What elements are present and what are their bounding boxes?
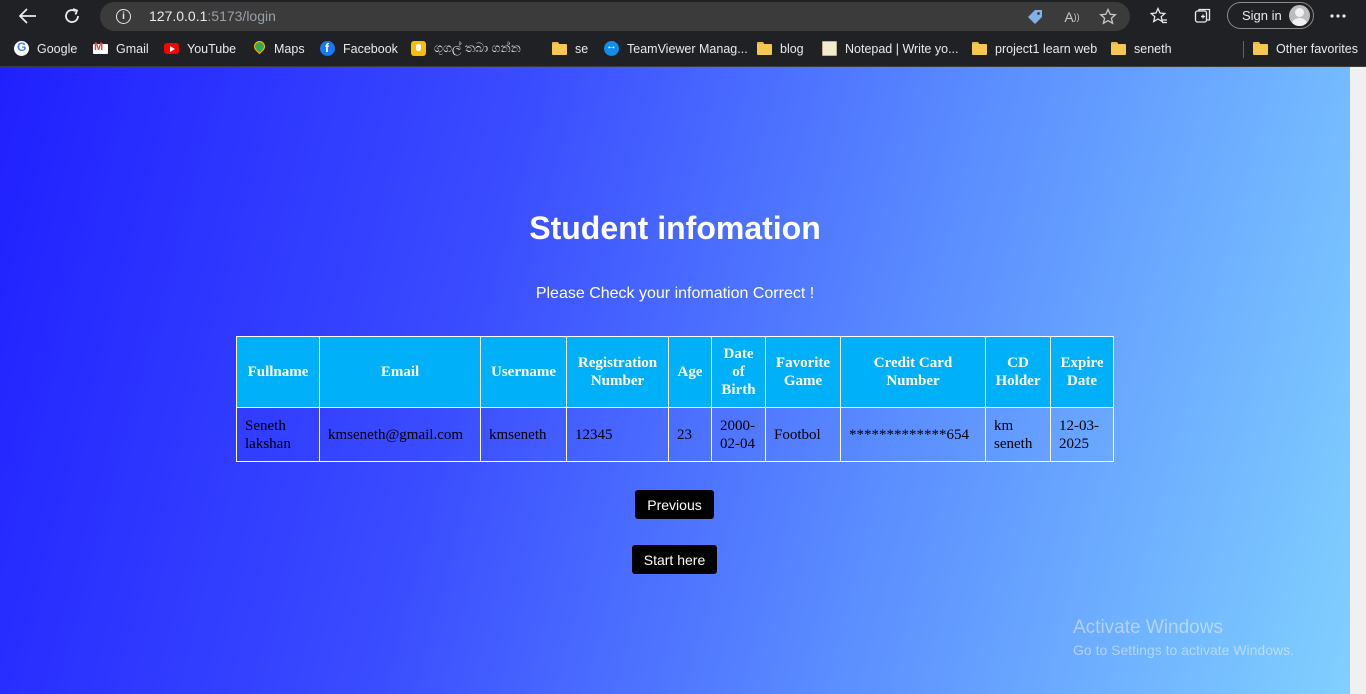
favorites-icon[interactable]: [1146, 4, 1172, 28]
gmail-icon: [93, 41, 108, 56]
header-cd-holder: CD Holder: [985, 336, 1051, 408]
bookmarks-bar: Google Gmail YouTube Maps Facebook ගුගල්…: [0, 33, 1366, 67]
google-icon: [14, 40, 29, 56]
bookmark-folder-project1[interactable]: project1 learn web: [972, 33, 1097, 64]
header-date-of-birth: Date of Birth: [711, 336, 766, 408]
add-favorite-icon[interactable]: [1097, 6, 1119, 28]
bookmark-label: Google: [37, 41, 78, 56]
browser-toolbar: i 127.0.0.1:5173/login A)) Sign in: [0, 0, 1366, 33]
sign-in-button[interactable]: Sign in: [1227, 2, 1314, 29]
bookmark-google[interactable]: Google: [14, 33, 77, 64]
cell-date-of-birth: 2000-02-04: [711, 407, 766, 462]
coupon-tag-icon[interactable]: [1024, 6, 1046, 28]
header-username: Username: [480, 336, 567, 408]
bookmark-label: Facebook: [343, 41, 398, 56]
table-header-row: Fullname Email Username Registration Num…: [236, 336, 1114, 408]
info-icon[interactable]: i: [116, 9, 131, 24]
keep-icon: [411, 41, 426, 56]
bookmark-label: project1 learn web: [995, 41, 1098, 56]
maps-icon: [251, 41, 266, 56]
start-here-button[interactable]: Start here: [632, 545, 717, 574]
bookmark-label: TeamViewer Manag...: [627, 41, 748, 56]
watermark-title: Activate Windows: [1073, 617, 1223, 638]
cell-registration-number: 12345: [566, 407, 669, 462]
folder-icon: [1253, 41, 1268, 56]
url-text[interactable]: 127.0.0.1:5173/login: [149, 8, 276, 24]
bookmark-maps[interactable]: Maps: [251, 33, 305, 64]
address-bar[interactable]: i 127.0.0.1:5173/login A)): [100, 2, 1130, 31]
read-aloud-icon[interactable]: A)): [1061, 6, 1083, 28]
header-expire-date: Expire Date: [1050, 336, 1114, 408]
bookmark-notepad[interactable]: Notepad | Write yo...: [822, 33, 958, 64]
folder-icon: [1111, 41, 1126, 56]
bookmark-folder-se[interactable]: se: [552, 33, 588, 64]
bookmark-label: blog: [780, 41, 804, 56]
folder-icon: [972, 41, 987, 56]
other-favorites[interactable]: Other favorites: [1253, 33, 1358, 64]
folder-icon: [757, 41, 772, 56]
bookmark-label: YouTube: [187, 41, 237, 56]
header-fullname: Fullname: [236, 336, 320, 408]
notepad-icon: [822, 41, 837, 56]
bookmark-label: Maps: [274, 41, 305, 56]
student-info-table: Fullname Email Username Registration Num…: [236, 336, 1114, 462]
back-arrow-icon[interactable]: [15, 4, 41, 28]
sign-in-label: Sign in: [1242, 8, 1282, 23]
cell-age: 23: [668, 407, 712, 462]
bookmark-gmail[interactable]: Gmail: [93, 33, 149, 64]
url-host: 127.0.0.1: [149, 8, 208, 24]
cell-username: kmseneth: [480, 407, 567, 462]
cell-favorite-game: Footbol: [765, 407, 841, 462]
youtube-icon: [164, 41, 179, 56]
page-viewport: Student infomation Please Check your inf…: [0, 67, 1350, 694]
table-row: Seneth lakshan kmseneth@gmail.com kmsene…: [236, 407, 1114, 462]
refresh-icon[interactable]: [59, 4, 85, 28]
other-favorites-label: Other favorites: [1276, 41, 1358, 56]
bookmark-youtube[interactable]: YouTube: [164, 33, 236, 64]
avatar: [1289, 5, 1310, 26]
more-menu-icon[interactable]: [1325, 4, 1351, 28]
bookmarks-divider: [1243, 41, 1244, 58]
cell-email: kmseneth@gmail.com: [319, 407, 481, 462]
facebook-icon: [320, 41, 335, 56]
activate-windows-watermark: Activate Windows Go to Settings to activ…: [1073, 617, 1294, 658]
bookmark-label: se: [575, 41, 589, 56]
vertical-scrollbar[interactable]: [1350, 67, 1366, 694]
page-subtitle: Please Check your infomation Correct !: [535, 285, 815, 302]
bookmark-label: Gmail: [116, 41, 149, 56]
bookmark-label: seneth: [1134, 41, 1172, 56]
header-favorite-game: Favorite Game: [765, 336, 841, 408]
bookmark-keep[interactable]: ගුගල් තබා ගන්න: [411, 33, 521, 64]
bookmark-folder-blog[interactable]: blog: [757, 33, 804, 64]
bookmark-facebook[interactable]: Facebook: [320, 33, 398, 64]
header-registration-number: Registration Number: [566, 336, 669, 408]
header-credit-card-number: Credit Card Number: [840, 336, 986, 408]
folder-icon: [552, 41, 567, 56]
header-email: Email: [319, 336, 481, 408]
bookmark-label: Notepad | Write yo...: [845, 41, 959, 56]
url-path: :5173/login: [207, 8, 276, 24]
collections-icon[interactable]: [1190, 4, 1216, 28]
previous-button[interactable]: Previous: [635, 490, 714, 519]
page-title: Student infomation: [529, 210, 821, 246]
bookmark-teamviewer[interactable]: TeamViewer Manag...: [604, 33, 748, 64]
cell-expire-date: 12-03-2025: [1050, 407, 1114, 462]
cell-credit-card-number: *************654: [840, 407, 986, 462]
header-age: Age: [668, 336, 712, 408]
bookmark-label: ගුගල් තබා ගන්න: [434, 41, 521, 55]
bookmark-folder-seneth[interactable]: seneth: [1111, 33, 1172, 64]
cell-cd-holder: km seneth: [985, 407, 1051, 462]
watermark-subtitle: Go to Settings to activate Windows.: [1073, 642, 1294, 658]
cell-fullname: Seneth lakshan: [236, 407, 320, 462]
teamviewer-icon: [604, 40, 619, 56]
